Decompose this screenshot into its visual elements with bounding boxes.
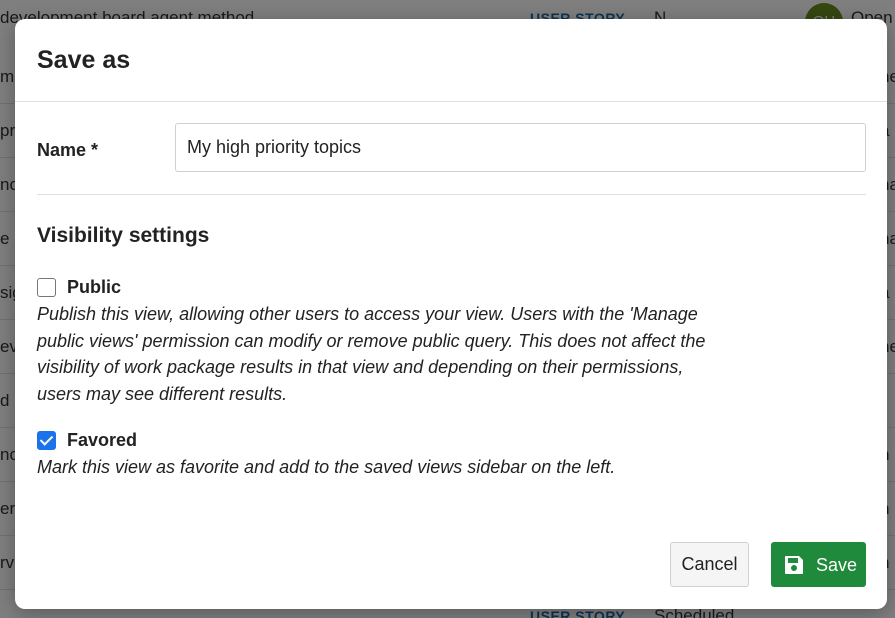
floppy-disk-icon — [784, 555, 804, 575]
name-field-row: Name * — [37, 123, 866, 173]
save-button[interactable]: Save — [771, 542, 866, 587]
divider — [37, 194, 866, 195]
public-help-text: Publish this view, allowing other users … — [37, 301, 727, 407]
cancel-button[interactable]: Cancel — [670, 542, 749, 587]
name-label: Name * — [37, 140, 98, 161]
dialog-title: Save as — [37, 46, 130, 75]
dialog-header: Save as — [15, 19, 887, 102]
public-label[interactable]: Public — [67, 277, 121, 298]
favored-checkbox[interactable] — [37, 431, 56, 450]
favored-help-text: Mark this view as favorite and add to th… — [37, 454, 727, 481]
save-as-dialog: Save as Name * Visibility settings Publi… — [15, 19, 887, 609]
visibility-settings-heading: Visibility settings — [37, 224, 209, 248]
public-checkbox[interactable] — [37, 278, 56, 297]
name-input[interactable] — [175, 123, 866, 172]
favored-label[interactable]: Favored — [67, 430, 137, 451]
save-button-label: Save — [816, 555, 857, 576]
